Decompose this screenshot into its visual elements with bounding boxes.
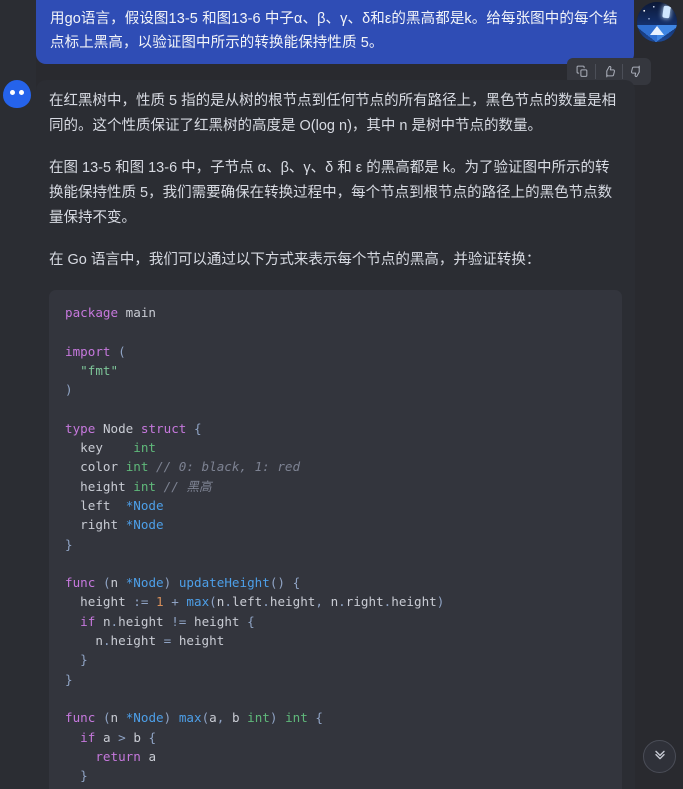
- chat-page: 用go语言，假设图13-5 和图13-6 中子α、β、γ、δ和ε的黑高都是k。给…: [0, 0, 683, 789]
- assistant-avatar: [3, 80, 31, 108]
- avatar-eye-left: [10, 90, 15, 95]
- assistant-paragraph-2: 在图 13-5 和图 13-6 中，子节点 α、β、γ、δ 和 ε 的黑高都是 …: [49, 160, 613, 226]
- user-turn: 用go语言，假设图13-5 和图13-6 中子α、β、γ、δ和ε的黑高都是k。给…: [0, 0, 683, 64]
- user-message-bubble: 用go语言，假设图13-5 和图13-6 中子α、β、γ、δ和ε的黑高都是k。给…: [36, 0, 634, 64]
- thumbs-up-icon: [603, 65, 616, 78]
- avatar-peak: [650, 26, 664, 35]
- double-chevron-down-icon: [652, 746, 668, 767]
- left-gutter: [0, 0, 36, 789]
- user-avatar[interactable]: [637, 2, 677, 42]
- assistant-paragraph-1: 在红黑树中，性质 5 指的是从树的根节点到任何节点的所有路径上，黑色节点的数量是…: [49, 93, 617, 134]
- assistant-paragraph-3: 在 Go 语言中，我们可以通过以下方式来表示每个节点的黑高，并验证转换：: [49, 252, 541, 268]
- assistant-message: 在红黑树中，性质 5 指的是从树的根节点到任何节点的所有路径上，黑色节点的数量是…: [36, 80, 635, 789]
- scroll-to-bottom-button[interactable]: [643, 740, 676, 773]
- code-block: package main import ( "fmt" ) type Node …: [49, 290, 622, 789]
- code-content: package main import ( "fmt" ) type Node …: [65, 305, 445, 789]
- thumbs-down-icon: [630, 65, 643, 78]
- code-scroll-area[interactable]: package main import ( "fmt" ) type Node …: [49, 303, 622, 789]
- copy-icon: [576, 65, 589, 78]
- avatar-eye-right: [19, 90, 24, 95]
- user-message-text: 用go语言，假设图13-5 和图13-6 中子α、β、γ、δ和ε的黑高都是k。给…: [50, 11, 618, 51]
